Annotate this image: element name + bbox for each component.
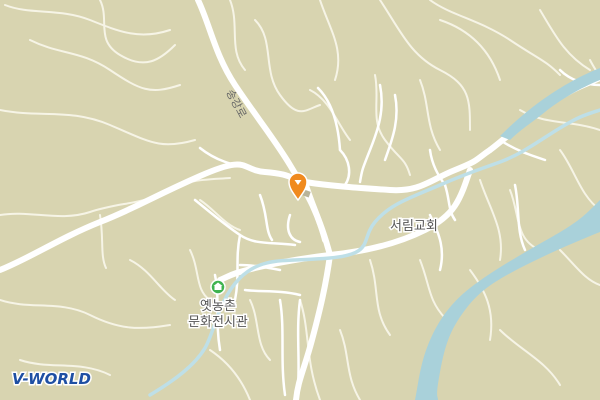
museum-label-line2: 문화전시관 bbox=[188, 315, 248, 330]
map-svg: 송강로 서림교회 옛농촌 문화전시관 V-WORLD bbox=[0, 0, 600, 400]
map-canvas[interactable]: 송강로 서림교회 옛농촌 문화전시관 V-WORLD bbox=[0, 0, 600, 400]
vworld-watermark: V-WORLD bbox=[12, 370, 91, 388]
church-label: 서림교회 bbox=[390, 219, 438, 234]
museum-label-line1: 옛농촌 bbox=[200, 299, 236, 314]
museum-icon[interactable] bbox=[210, 279, 226, 295]
